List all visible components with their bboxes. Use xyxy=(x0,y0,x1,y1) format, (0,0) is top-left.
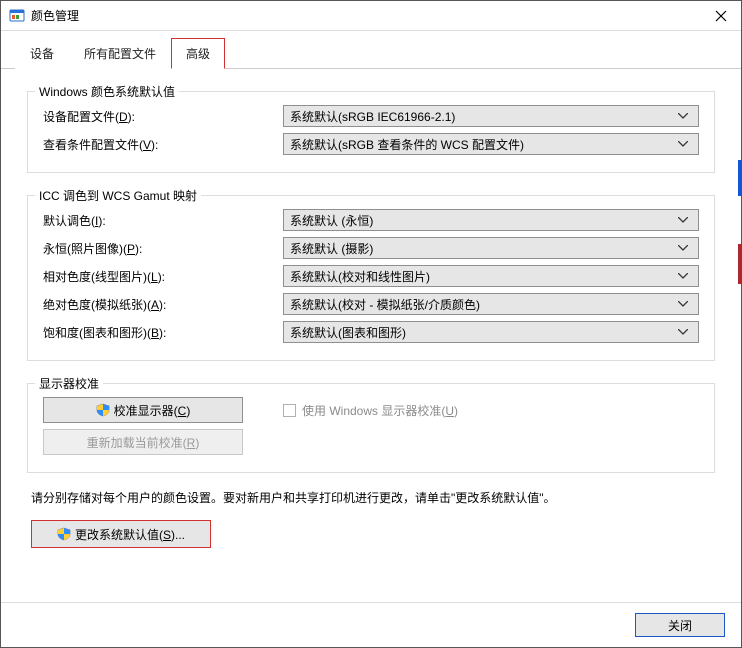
label-saturation: 饱和度(图表和图形)(B): xyxy=(43,324,283,341)
group-windows-defaults-legend: Windows 颜色系统默认值 xyxy=(35,83,179,100)
close-button[interactable]: 关闭 xyxy=(635,613,725,637)
label-device-profile: 设备配置文件(D): xyxy=(43,108,283,125)
use-windows-calibration-checkbox[interactable]: 使用 Windows 显示器校准(U) xyxy=(283,402,458,419)
select-default-render[interactable]: 系统默认 (永恒) xyxy=(283,209,699,231)
label-viewing-profile: 查看条件配置文件(V): xyxy=(43,136,283,153)
row-saturation: 饱和度(图表和图形)(B): 系统默认(图表和图形) xyxy=(43,321,699,343)
content-area: Windows 颜色系统默认值 设备配置文件(D): 系统默认(sRGB IEC… xyxy=(1,69,741,602)
chevron-down-icon xyxy=(674,113,692,119)
group-gamut-mapping: ICC 调色到 WCS Gamut 映射 默认调色(I): 系统默认 (永恒) … xyxy=(27,187,715,361)
chevron-down-icon xyxy=(674,329,692,335)
select-relative-colorimetric[interactable]: 系统默认(校对和线性图片) xyxy=(283,265,699,287)
label-perceptual: 永恒(照片图像)(P): xyxy=(43,240,283,257)
chevron-down-icon xyxy=(674,273,692,279)
edge-accent-blue xyxy=(738,160,742,196)
change-system-defaults-button[interactable]: 更改系统默认值(S)... xyxy=(31,520,211,548)
label-relative-colorimetric: 相对色度(线型图片)(L): xyxy=(43,268,283,285)
row-viewing-profile: 查看条件配置文件(V): 系统默认(sRGB 查看条件的 WCS 配置文件) xyxy=(43,133,699,155)
row-absolute-colorimetric: 绝对色度(模拟纸张)(A): 系统默认(校对 - 模拟纸张/介质颜色) xyxy=(43,293,699,315)
group-windows-defaults: Windows 颜色系统默认值 设备配置文件(D): 系统默认(sRGB IEC… xyxy=(27,83,715,173)
tab-all-profiles[interactable]: 所有配置文件 xyxy=(69,38,171,69)
select-perceptual[interactable]: 系统默认 (摄影) xyxy=(283,237,699,259)
group-display-calibration: 显示器校准 校准显示器(C) xyxy=(27,375,715,473)
calibrate-display-button[interactable]: 校准显示器(C) xyxy=(43,397,243,423)
close-icon xyxy=(715,10,727,22)
shield-icon xyxy=(96,403,110,417)
label-absolute-colorimetric: 绝对色度(模拟纸张)(A): xyxy=(43,296,283,313)
label-default-render: 默认调色(I): xyxy=(43,212,283,229)
checkbox-box xyxy=(283,404,296,417)
titlebar: 颜色管理 xyxy=(1,1,741,31)
tab-device[interactable]: 设备 xyxy=(15,38,69,69)
edge-accent-red xyxy=(738,244,742,284)
select-saturation[interactable]: 系统默认(图表和图形) xyxy=(283,321,699,343)
group-calibration-legend: 显示器校准 xyxy=(35,375,103,392)
select-absolute-colorimetric[interactable]: 系统默认(校对 - 模拟纸张/介质颜色) xyxy=(283,293,699,315)
tab-bar: 设备 所有配置文件 高级 xyxy=(1,31,741,69)
chevron-down-icon xyxy=(674,301,692,307)
color-management-window: 颜色管理 设备 所有配置文件 高级 Windows 颜色系统默认值 设备配置文件… xyxy=(0,0,742,648)
window-close-button[interactable] xyxy=(701,1,741,31)
chevron-down-icon xyxy=(674,141,692,147)
window-title: 颜色管理 xyxy=(31,7,733,24)
reload-calibration-button: 重新加载当前校准(R) xyxy=(43,429,243,455)
row-relative-colorimetric: 相对色度(线型图片)(L): 系统默认(校对和线性图片) xyxy=(43,265,699,287)
row-perceptual: 永恒(照片图像)(P): 系统默认 (摄影) xyxy=(43,237,699,259)
select-viewing-profile[interactable]: 系统默认(sRGB 查看条件的 WCS 配置文件) xyxy=(283,133,699,155)
group-gamut-legend: ICC 调色到 WCS Gamut 映射 xyxy=(35,187,201,204)
select-device-profile[interactable]: 系统默认(sRGB IEC61966-2.1) xyxy=(283,105,699,127)
bottom-bar: 关闭 xyxy=(1,602,741,647)
shield-icon xyxy=(57,527,71,541)
row-device-profile: 设备配置文件(D): 系统默认(sRGB IEC61966-2.1) xyxy=(43,105,699,127)
chevron-down-icon xyxy=(674,245,692,251)
chevron-down-icon xyxy=(674,217,692,223)
tab-advanced[interactable]: 高级 xyxy=(171,38,225,69)
note-text: 请分别存储对每个用户的颜色设置。要对新用户和共享打印机进行更改，请单击"更改系统… xyxy=(27,489,715,506)
app-icon xyxy=(9,8,25,24)
row-default-render: 默认调色(I): 系统默认 (永恒) xyxy=(43,209,699,231)
